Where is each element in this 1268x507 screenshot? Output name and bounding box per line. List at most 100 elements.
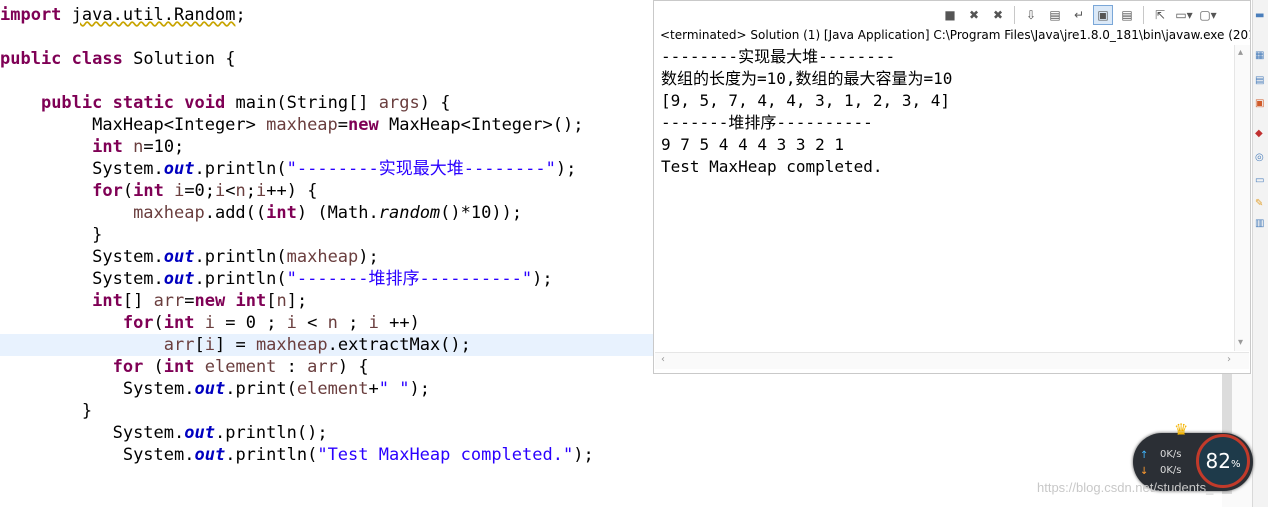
code-token: <	[296, 313, 328, 333]
code-line[interactable]: arr[i] = maxheap.extractMax();	[0, 334, 471, 356]
terminate-icon[interactable]: ■	[940, 5, 960, 25]
code-line[interactable]: System.out.print(element+" ");	[0, 378, 430, 400]
code-token: []	[122, 291, 154, 311]
code-line[interactable]: System.out.println(maxheap);	[0, 246, 379, 268]
code-line[interactable]: System.out.println("-------堆排序----------…	[0, 268, 552, 290]
code-token: (	[122, 181, 134, 201]
code-line[interactable]: for(int i = 0 ; i < n ; i ++)	[0, 312, 420, 334]
code-line[interactable]: System.out.println("--------实现最大堆-------…	[0, 158, 576, 180]
code-token: =10;	[143, 137, 185, 157]
code-line[interactable]: maxheap.add((int) (Math.random()*10));	[0, 202, 522, 224]
console-vertical-scrollbar[interactable]: ▴ ▾	[1234, 45, 1250, 351]
display-selected-console-icon[interactable]: ▭▾	[1174, 5, 1194, 25]
code-line[interactable]: System.out.println("Test MaxHeap complet…	[0, 444, 594, 466]
code-editor[interactable]: import java.util.Random; public class Sol…	[0, 0, 653, 507]
remove-launch-icon[interactable]: ✖	[964, 5, 984, 25]
code-token: }	[81, 401, 93, 421]
tasks-icon[interactable]: ▤	[1255, 75, 1267, 87]
code-token: "--------实现最大堆--------"	[286, 159, 556, 179]
console-horizontal-scrollbar[interactable]: ‹ ›	[655, 352, 1249, 369]
code-line[interactable]: MaxHeap<Integer> maxheap=new MaxHeap<Int…	[0, 114, 583, 136]
code-token: for	[112, 357, 144, 377]
code-token: System.	[92, 269, 164, 289]
outline-icon[interactable]: ▦	[1255, 50, 1267, 62]
console-output[interactable]: --------实现最大堆-------- 数组的长度为=10,数组的最大容量为=…	[661, 46, 952, 178]
code-token: i	[174, 181, 185, 201]
pin-console-icon[interactable]: ▤	[1117, 5, 1137, 25]
code-token: MaxHeap<Integer>	[92, 115, 267, 135]
show-stdout-icon[interactable]: ▤	[1045, 5, 1065, 25]
new-console-icon[interactable]: ▢▾	[1198, 5, 1218, 25]
debug-icon[interactable]: ✎	[1255, 198, 1267, 210]
code-line[interactable]: System.out.println();	[0, 422, 328, 444]
code-token: .extractMax();	[327, 335, 471, 355]
code-line[interactable]: int[] arr=new int[n];	[0, 290, 307, 312]
code-token: n	[327, 313, 338, 333]
code-token: ++) {	[266, 181, 318, 201]
console-icon[interactable]: ▭	[1255, 175, 1267, 187]
code-token: ];	[286, 291, 308, 311]
scroll-right-arrow-icon[interactable]: ›	[1227, 354, 1231, 365]
code-line[interactable]: for(int i=0;i<n;i++) {	[0, 180, 317, 202]
code-token: MaxHeap<Integer>();	[378, 115, 584, 135]
upload-speed: 0K/s	[1160, 449, 1182, 460]
scroll-lock-icon[interactable]: ⇩	[1021, 5, 1041, 25]
console-title: <terminated> Solution (1) [Java Applicat…	[660, 28, 1250, 42]
code-token: System.	[112, 423, 185, 443]
code-token: arr	[163, 335, 195, 355]
view-icon[interactable]: ▬	[1255, 10, 1267, 22]
code-line[interactable]: public class Solution {	[0, 48, 235, 70]
scroll-down-arrow-icon[interactable]: ▾	[1238, 337, 1243, 348]
code-line[interactable]: for (int element : arr) {	[0, 356, 369, 378]
word-wrap-icon[interactable]: ↵	[1069, 5, 1089, 25]
code-token: .println(	[194, 247, 287, 267]
code-token: element	[296, 379, 369, 399]
code-token: Solution {	[122, 49, 236, 69]
scroll-up-arrow-icon[interactable]: ▴	[1238, 47, 1243, 58]
code-token: n	[133, 137, 144, 157]
code-line[interactable]: int n=10;	[0, 136, 184, 158]
code-token: ;	[245, 181, 257, 201]
code-token: import	[0, 5, 62, 25]
servers-icon[interactable]: ▥	[1255, 218, 1267, 230]
code-token: maxheap	[255, 335, 328, 355]
code-token: maxheap	[133, 203, 205, 223]
code-token: ()*10));	[440, 203, 523, 223]
problems-icon[interactable]: ▣	[1255, 98, 1267, 110]
code-token: );	[555, 159, 577, 179]
show-stderr-icon[interactable]: ▣	[1093, 5, 1113, 25]
code-token: element	[204, 357, 277, 377]
code-line[interactable]: public static void main(String[] args) {	[0, 92, 451, 114]
console-output-line: --------实现最大堆--------	[661, 47, 896, 66]
code-token: out	[184, 423, 215, 443]
error-log-icon[interactable]: ◆	[1255, 128, 1267, 140]
code-token: i	[286, 313, 297, 333]
console-output-line: Test MaxHeap completed.	[661, 157, 883, 176]
open-console-icon[interactable]: ⇱	[1150, 5, 1170, 25]
code-token: }	[92, 225, 103, 245]
watermark: https://blog.csdn.net/students_	[1037, 480, 1214, 495]
console-output-line: 数组的长度为=10,数组的最大容量为=10	[661, 69, 953, 88]
code-token: [	[194, 335, 205, 355]
code-token: out	[194, 379, 226, 399]
search-icon[interactable]: ◎	[1255, 152, 1267, 164]
code-line[interactable]: }	[0, 400, 92, 422]
vip-crown-icon: ♛	[1174, 420, 1189, 439]
code-line[interactable]: import java.util.Random;	[0, 4, 246, 26]
code-token: i	[215, 181, 226, 201]
remove-all-icon[interactable]: ✖	[988, 5, 1008, 25]
scroll-left-arrow-icon[interactable]: ‹	[661, 354, 665, 365]
code-token: out	[163, 159, 195, 179]
code-line[interactable]: }	[0, 224, 102, 246]
download-arrow-icon: ↓	[1140, 466, 1149, 477]
code-token: " "	[378, 379, 410, 399]
